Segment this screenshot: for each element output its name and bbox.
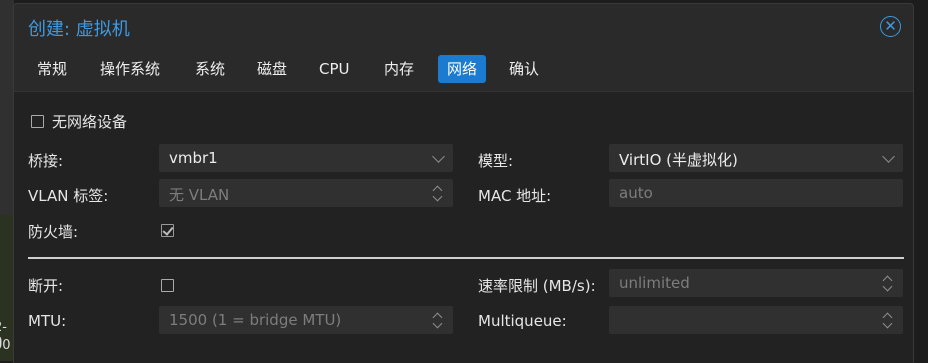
mtu-field[interactable]: 1500 (1 = bridge MTU) xyxy=(159,306,453,334)
background-strip: 2-0 00 xyxy=(0,0,14,361)
model-label: 模型: xyxy=(478,152,514,170)
tab-bar: 常规 操作系统 系统 磁盘 CPU 内存 网络 确认 xyxy=(14,50,913,90)
tab-memory[interactable]: 内存 xyxy=(375,55,423,83)
spinner-icon[interactable] xyxy=(882,311,894,329)
tab-disks[interactable]: 磁盘 xyxy=(248,55,296,83)
rate-limit-field[interactable]: unlimited xyxy=(609,269,903,297)
vlan-field[interactable]: 无 VLAN xyxy=(159,179,453,207)
spinner-icon[interactable] xyxy=(432,184,444,202)
multiqueue-label: Multiqueue: xyxy=(478,312,567,330)
background-text: 00 xyxy=(0,338,11,353)
rate-limit-label: 速率限制 (MB/s): xyxy=(478,277,596,295)
model-value: VirtIO (半虚拟化) xyxy=(619,151,738,169)
close-icon[interactable]: ✕ xyxy=(880,16,901,37)
mac-placeholder: auto xyxy=(619,184,653,202)
spinner-icon[interactable] xyxy=(882,274,894,292)
dialog-titlebar: 创建: 虚拟机 ✕ xyxy=(14,4,913,48)
tab-os[interactable]: 操作系统 xyxy=(91,55,169,83)
spinner-icon[interactable] xyxy=(432,311,444,329)
model-select[interactable]: VirtIO (半虚拟化) xyxy=(609,144,903,172)
dialog-title: 创建: 虚拟机 xyxy=(28,19,130,40)
no-network-label: 无网络设备 xyxy=(52,113,128,131)
tab-general[interactable]: 常规 xyxy=(28,55,76,83)
create-vm-dialog: 创建: 虚拟机 ✕ 常规 操作系统 系统 磁盘 CPU 内存 网络 确认 无网络… xyxy=(13,3,914,363)
network-panel: 无网络设备 桥接: vmbr1 模型: VirtIO (半虚拟化) VLAN 标… xyxy=(14,91,913,363)
tab-confirm[interactable]: 确认 xyxy=(500,55,548,83)
tab-system[interactable]: 系统 xyxy=(186,55,234,83)
vlan-placeholder: 无 VLAN xyxy=(169,186,230,204)
rate-limit-placeholder: unlimited xyxy=(619,274,690,292)
firewall-checkbox[interactable] xyxy=(161,224,174,237)
firewall-label: 防火墙: xyxy=(28,223,79,241)
bridge-select[interactable]: vmbr1 xyxy=(159,144,453,172)
multiqueue-field[interactable] xyxy=(609,306,903,334)
disconnect-checkbox[interactable] xyxy=(161,279,174,292)
vlan-label: VLAN 标签: xyxy=(28,187,109,205)
bridge-value: vmbr1 xyxy=(169,149,218,167)
chevron-down-icon[interactable] xyxy=(882,150,895,163)
mac-field[interactable]: auto xyxy=(609,179,903,207)
bridge-label: 桥接: xyxy=(28,152,64,170)
mtu-label: MTU: xyxy=(28,312,67,330)
mac-label: MAC 地址: xyxy=(478,187,552,205)
chevron-down-icon[interactable] xyxy=(432,150,445,163)
tab-network[interactable]: 网络 xyxy=(438,55,487,83)
tab-cpu[interactable]: CPU xyxy=(310,55,359,83)
no-network-checkbox[interactable] xyxy=(31,115,44,128)
disconnect-label: 断开: xyxy=(28,277,64,295)
divider xyxy=(28,257,904,259)
mtu-placeholder: 1500 (1 = bridge MTU) xyxy=(169,311,342,329)
